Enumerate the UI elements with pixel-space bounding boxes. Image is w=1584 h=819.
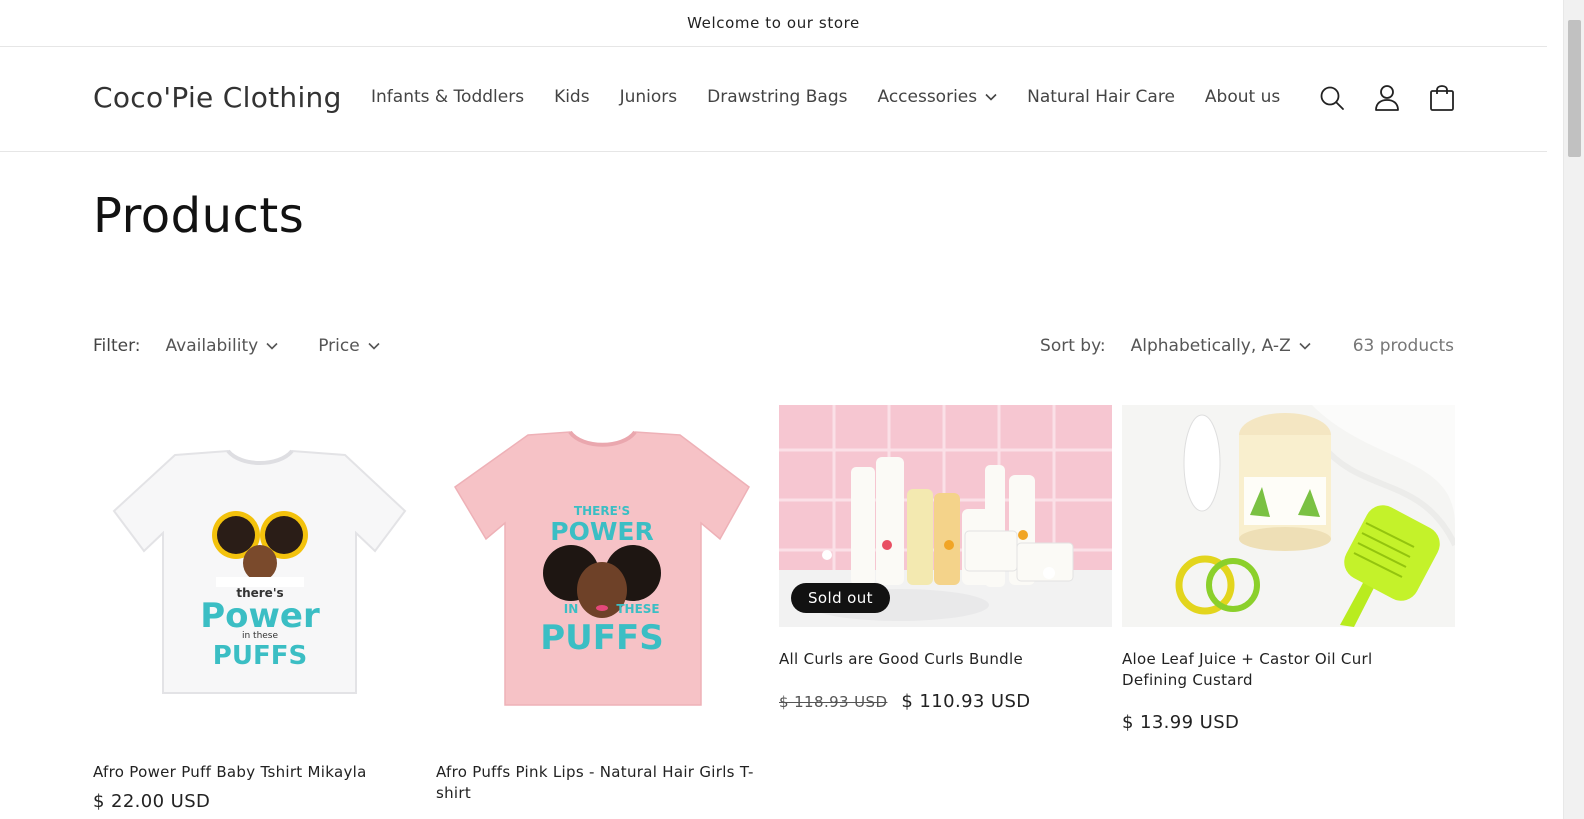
svg-text:PUFFS: PUFFS: [213, 641, 307, 671]
nav-item-about-us[interactable]: About us: [1205, 87, 1280, 107]
product-card[interactable]: there's Power in these PUFFS Afro Power …: [93, 405, 426, 812]
sort-label: Sort by:: [1040, 336, 1106, 356]
product-image[interactable]: THERE'S POWER IN THESE PUFFS: [436, 405, 769, 738]
store-logo[interactable]: Coco'Pie Clothing: [93, 81, 342, 114]
chevron-down-icon: [985, 93, 997, 101]
chevron-down-icon: [1299, 342, 1311, 350]
price-row: $ 13.99 USD: [1122, 712, 1455, 733]
filter-label: Filter:: [93, 336, 141, 356]
compare-at-price: $ 118.93 USD: [779, 692, 888, 711]
product-card[interactable]: THERE'S POWER IN THESE PUFFS Afro Puffs …: [436, 405, 769, 804]
svg-text:PUFFS: PUFFS: [540, 618, 663, 658]
nav-item-juniors[interactable]: Juniors: [620, 87, 678, 107]
site-header: Coco'Pie Clothing Infants & Toddlers Kid…: [0, 47, 1547, 152]
product-image[interactable]: Sold out: [779, 405, 1112, 627]
product-title[interactable]: Aloe Leaf Juice + Castor Oil Curl Defini…: [1122, 649, 1442, 691]
sort-group: Sort by: Alphabetically, A-Z 63 products: [1040, 336, 1454, 356]
nav-item-accessories[interactable]: Accessories: [877, 87, 997, 107]
availability-label: Availability: [165, 336, 259, 356]
price-label: Price: [318, 336, 360, 356]
page-title: Products: [93, 188, 305, 244]
nav-item-infants-toddlers[interactable]: Infants & Toddlers: [371, 87, 524, 107]
filter-bar: Filter: Availability Price Sort by: Alph…: [93, 336, 1454, 360]
nav-label: Drawstring Bags: [707, 87, 848, 107]
nav-label: Infants & Toddlers: [371, 87, 525, 107]
filter-group: Filter: Availability Price: [93, 336, 420, 356]
product-image[interactable]: [1122, 405, 1455, 627]
sold-out-badge: Sold out: [791, 583, 890, 613]
svg-text:THESE: THESE: [616, 602, 659, 616]
price-filter[interactable]: Price: [318, 336, 380, 356]
product-price: $ 22.00 USD: [93, 791, 211, 812]
announcement-bar: Welcome to our store: [0, 0, 1547, 47]
price-row: $ 118.93 USD $ 110.93 USD: [779, 691, 1112, 712]
main-nav: Infants & Toddlers Kids Juniors Drawstri…: [371, 87, 1310, 107]
nav-label: Juniors: [619, 87, 678, 107]
nav-item-natural-hair-care[interactable]: Natural Hair Care: [1027, 87, 1175, 107]
curl-custard-image: [1122, 405, 1455, 627]
nav-item-kids[interactable]: Kids: [554, 87, 590, 107]
nav-label: About us: [1204, 87, 1281, 107]
product-image[interactable]: there's Power in these PUFFS: [93, 405, 426, 738]
product-title[interactable]: Afro Power Puff Baby Tshirt Mikayla: [93, 762, 426, 783]
product-title[interactable]: All Curls are Good Curls Bundle: [779, 649, 1112, 670]
sort-select[interactable]: Alphabetically, A-Z: [1131, 336, 1311, 356]
chevron-down-icon: [266, 342, 278, 350]
svg-text:Power: Power: [200, 596, 320, 636]
scrollbar-thumb[interactable]: [1568, 20, 1581, 157]
product-count: 63 products: [1352, 336, 1454, 356]
sale-price: $ 110.93 USD: [901, 691, 1031, 712]
nav-item-drawstring-bags[interactable]: Drawstring Bags: [707, 87, 847, 107]
announcement-text: Welcome to our store: [687, 14, 860, 32]
sort-value: Alphabetically, A-Z: [1130, 336, 1291, 356]
svg-text:THERE'S: THERE'S: [574, 504, 630, 518]
product-price: $ 13.99 USD: [1122, 712, 1240, 733]
svg-text:POWER: POWER: [550, 517, 653, 546]
nav-label: Accessories: [877, 87, 978, 107]
search-icon[interactable]: [1318, 84, 1346, 112]
cart-icon[interactable]: [1428, 84, 1456, 112]
account-icon[interactable]: [1373, 84, 1401, 112]
product-card[interactable]: Aloe Leaf Juice + Castor Oil Curl Defini…: [1122, 405, 1455, 733]
header-icons: [1318, 84, 1456, 112]
price-row: $ 22.00 USD: [93, 791, 426, 812]
svg-text:in these: in these: [242, 631, 279, 641]
nav-label: Natural Hair Care: [1027, 87, 1175, 107]
product-title[interactable]: Afro Puffs Pink Lips - Natural Hair Girl…: [436, 762, 754, 804]
product-card[interactable]: Sold out All Curls are Good Curls Bundle…: [779, 405, 1112, 712]
tshirt-image: there's Power in these PUFFS: [93, 405, 426, 738]
chevron-down-icon: [368, 342, 380, 350]
page-scrollbar[interactable]: [1563, 0, 1584, 819]
svg-text:IN: IN: [564, 602, 579, 616]
availability-filter[interactable]: Availability: [166, 336, 279, 356]
nav-label: Kids: [554, 87, 590, 107]
tshirt-image: THERE'S POWER IN THESE PUFFS: [436, 405, 769, 738]
